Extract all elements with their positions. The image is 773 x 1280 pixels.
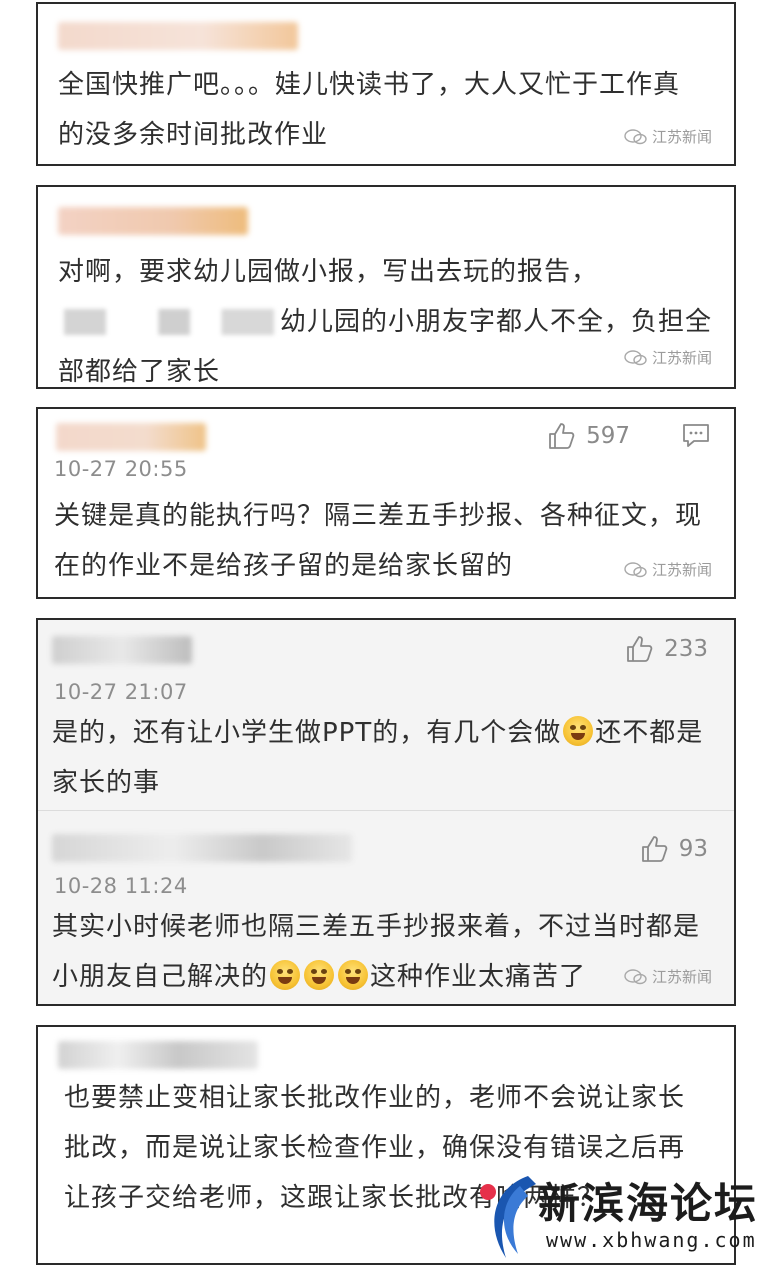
thumbs-up-icon	[549, 423, 575, 449]
watermark-text: 江苏新闻	[651, 968, 712, 986]
wechat-watermark-icon	[624, 128, 647, 144]
laughing-crying-emoji-icon	[338, 960, 369, 990]
like-button[interactable]: 233	[624, 634, 708, 664]
laughing-crying-emoji-icon	[304, 960, 335, 990]
comment-text-part-1: 对啊，要求幼儿园做小报，写出去玩的报告，	[58, 257, 599, 287]
like-count: 233	[664, 636, 708, 662]
site-logo: 新滨海论坛 www.xbhwang.com	[476, 1166, 766, 1270]
comment-bubble-icon	[683, 424, 709, 447]
comment-time: 10-27 20:55	[54, 457, 188, 481]
wechat-watermark-icon	[624, 968, 647, 984]
laughing-crying-emoji-icon	[270, 960, 301, 990]
watermark: 江苏新闻	[624, 559, 712, 580]
wechat-watermark-icon	[624, 561, 647, 577]
comment-time: 10-27 21:07	[54, 680, 188, 704]
comment-text: 关键是真的能执行吗？隔三差五手抄报、各种征文，现在的作业不是给孩子留的是给家长留…	[54, 501, 703, 581]
logo-url: www.xbhwang.com	[546, 1228, 757, 1252]
watermark: 江苏新闻	[624, 347, 712, 368]
like-button[interactable]: 93	[639, 834, 708, 864]
watermark-text: 江苏新闻	[651, 128, 712, 146]
blurred-username	[52, 834, 352, 862]
comment-card-1: 全国快推广吧。。。娃儿快读书了，大人又忙于工作真的没多余时间批改作业 江苏新闻	[36, 2, 736, 166]
wechat-watermark-icon	[624, 349, 647, 365]
comment-text: 是的，还有让小学生做PPT的，有几个会做 还不都是家长的事	[52, 708, 704, 808]
reply-button[interactable]	[682, 423, 710, 453]
reply-divider	[38, 810, 734, 811]
blurred-mention	[64, 309, 274, 335]
blurred-username	[58, 207, 248, 235]
blurred-username	[58, 1041, 258, 1069]
comment-card-2: 对啊，要求幼儿园做小报，写出去玩的报告，幼儿园的小朋友字都人不全，负担全部都给了…	[36, 185, 736, 389]
like-count: 597	[586, 423, 630, 449]
like-count: 93	[678, 836, 708, 862]
comment-card-3: 597 10-27 20:55 关键是真的能执行吗？隔三差五手抄报、各种征文，现…	[36, 407, 736, 599]
like-button[interactable]: 597	[546, 421, 630, 451]
blurred-username	[58, 22, 298, 50]
comment-text: 全国快推广吧。。。娃儿快读书了，大人又忙于工作真的没多余时间批改作业	[58, 70, 681, 150]
laughing-emoji-icon	[563, 716, 594, 746]
blurred-username	[56, 423, 206, 451]
comment-text: 其实小时候老师也隔三差五手抄报来着，不过当时都是小朋友自己解决的 这种作业太痛苦了	[52, 902, 704, 1002]
watermark: 江苏新闻	[624, 126, 712, 147]
watermark-text: 江苏新闻	[651, 561, 712, 579]
comment-card-4: 233 10-27 21:07 是的，还有让小学生做PPT的，有几个会做 还不都是…	[36, 618, 736, 1006]
comment-text-part-1: 是的，还有让小学生做PPT的，有几个会做	[52, 718, 562, 748]
watermark: 江苏新闻	[624, 966, 712, 987]
logo-name: 新滨海论坛	[538, 1179, 759, 1228]
comment-text: 对啊，要求幼儿园做小报，写出去玩的报告，幼儿园的小朋友字都人不全，负担全部都给了…	[58, 247, 714, 387]
watermark-text: 江苏新闻	[651, 349, 712, 367]
thumbs-up-icon	[627, 636, 653, 662]
comment-text-part-2: 这种作业太痛苦了	[370, 962, 587, 992]
thumbs-up-icon	[641, 836, 668, 862]
logo-swoosh-icon	[480, 1176, 536, 1258]
comment-time: 10-28 11:24	[54, 874, 188, 898]
blurred-username	[52, 636, 192, 664]
